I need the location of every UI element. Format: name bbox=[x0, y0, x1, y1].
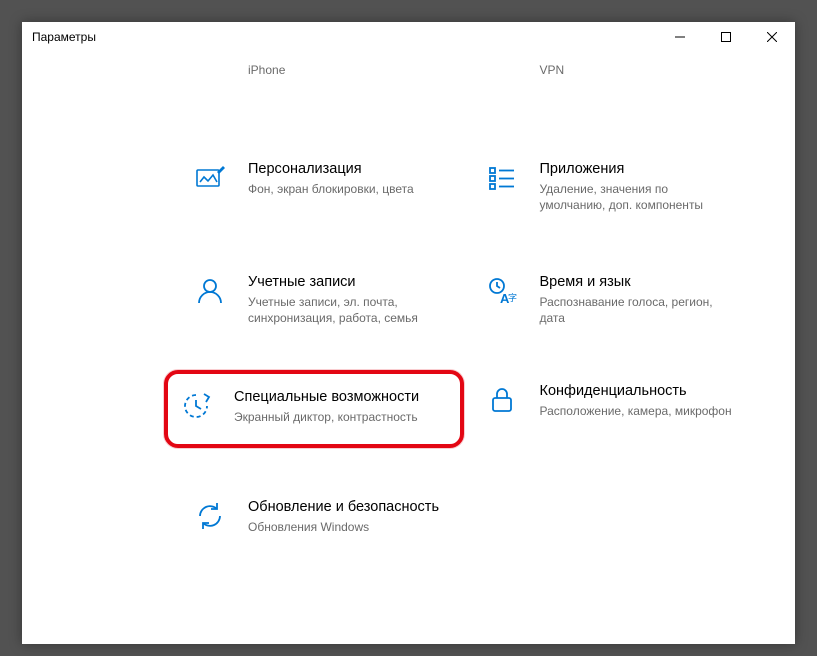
card-desc: Расположение, камера, микрофон bbox=[540, 403, 738, 419]
minimize-button[interactable] bbox=[657, 22, 703, 52]
time-language-icon: A 字 bbox=[482, 271, 522, 311]
update-icon bbox=[190, 496, 230, 536]
window-controls bbox=[657, 22, 795, 52]
apps-icon bbox=[482, 158, 522, 198]
card-time-language[interactable]: A 字 Время и язык Распознавание голоса, р… bbox=[474, 261, 746, 336]
card-title: Приложения bbox=[540, 160, 738, 179]
card-title: Конфиденциальность bbox=[540, 382, 738, 401]
card-title: Время и язык bbox=[540, 273, 738, 292]
card-title: Персонализация bbox=[248, 160, 446, 179]
categories-grid: iPhone VPN Персонали bbox=[52, 52, 765, 584]
card-desc: iPhone bbox=[248, 62, 446, 78]
ease-of-access-icon bbox=[176, 386, 216, 426]
settings-window: Параметры iPhone bbox=[22, 22, 795, 644]
card-accounts[interactable]: Учетные записи Учетные записи, эл. почта… bbox=[182, 261, 454, 336]
card-desc: Распознавание голоса, регион, дата bbox=[540, 294, 738, 326]
card-personalization[interactable]: Персонализация Фон, экран блокировки, цв… bbox=[182, 148, 454, 223]
privacy-icon bbox=[482, 380, 522, 420]
card-title: Учетные записи bbox=[248, 273, 446, 292]
card-network[interactable]: VPN bbox=[474, 50, 746, 110]
card-update-security[interactable]: Обновление и безопасность Обновления Win… bbox=[182, 486, 454, 546]
card-title: Обновление и безопасность bbox=[248, 498, 446, 517]
svg-text:字: 字 bbox=[508, 292, 517, 303]
card-desc: Экранный диктор, контрастность bbox=[234, 409, 452, 425]
card-apps[interactable]: Приложения Удаление, значения по умолчан… bbox=[474, 148, 746, 223]
card-phone[interactable]: iPhone bbox=[182, 50, 454, 110]
maximize-button[interactable] bbox=[703, 22, 749, 52]
card-ease-of-access[interactable]: Специальные возможности Экранный диктор,… bbox=[164, 370, 464, 448]
card-desc: VPN bbox=[540, 62, 738, 78]
card-desc: Фон, экран блокировки, цвета bbox=[248, 181, 446, 197]
card-privacy[interactable]: Конфиденциальность Расположение, камера,… bbox=[474, 370, 746, 448]
personalization-icon bbox=[190, 158, 230, 198]
window-title: Параметры bbox=[32, 30, 96, 44]
content: iPhone VPN Персонали bbox=[22, 52, 795, 584]
card-title: Специальные возможности bbox=[234, 388, 452, 407]
card-desc: Учетные записи, эл. почта, синхронизация… bbox=[248, 294, 446, 326]
titlebar: Параметры bbox=[22, 22, 795, 52]
card-desc: Обновления Windows bbox=[248, 519, 446, 535]
card-desc: Удаление, значения по умолчанию, доп. ко… bbox=[540, 181, 738, 213]
accounts-icon bbox=[190, 271, 230, 311]
close-button[interactable] bbox=[749, 22, 795, 52]
